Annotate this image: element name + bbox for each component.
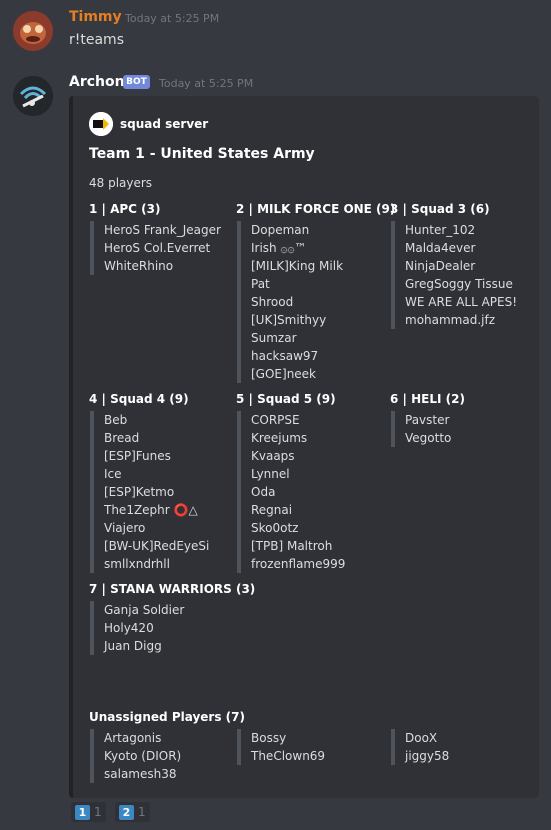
- player-name: Pavster: [405, 413, 450, 427]
- player-name: Shrood: [251, 295, 294, 309]
- player-name: Hunter_102: [405, 223, 476, 237]
- field-name: 1 | APC (3): [89, 202, 161, 216]
- player-name: The1Zephr ⭕△: [104, 503, 198, 517]
- embed-field: Unassigned Players (7) Artagonis Kyoto (D…: [89, 708, 245, 783]
- player-name: Artagonis: [104, 731, 162, 745]
- player-name: Kvaaps: [251, 449, 295, 463]
- player-name: Ganja Soldier: [104, 603, 185, 617]
- field-value: Bossy TheClown69: [237, 729, 325, 765]
- player-name: [UK]Smithyy: [251, 313, 327, 327]
- player-name: Viajero: [104, 521, 146, 535]
- player-name: [GOE]neek: [251, 367, 317, 381]
- player-name: Bread: [104, 431, 140, 445]
- player-name: [ESP]Ketmo: [104, 485, 175, 499]
- reaction-keycap-2[interactable]: 2 1: [115, 802, 150, 822]
- player-name: salamesh38: [104, 767, 177, 781]
- player-name: GregSoggy Tissue: [405, 277, 513, 291]
- player-name: Irish ۞۞™: [251, 241, 307, 255]
- player-name: Holy420: [104, 621, 154, 635]
- player-name: [BW-UK]RedEyeSi: [104, 539, 210, 553]
- squad-server-icon: [89, 112, 113, 136]
- embed-field: 1 | APC (3) HeroS Frank_Jeager HeroS Col.…: [89, 200, 221, 275]
- field-value: CORPSE Kreejums Kvaaps Lynnel Oda Regnai Sko0o…: [237, 411, 345, 573]
- player-name: Pat: [251, 277, 270, 291]
- timmy-username[interactable]: Timmy: [69, 9, 122, 25]
- player-name: Kyoto (DIOR): [104, 749, 182, 763]
- player-name: Dopeman: [251, 223, 310, 237]
- field-value: Artagonis Kyoto (DIOR) salamesh38: [90, 729, 245, 783]
- message-timestamp: Today at 5:25 PM: [125, 12, 220, 25]
- field-name: Unassigned Players (7): [89, 710, 245, 724]
- player-name: WhiteRhino: [104, 259, 174, 273]
- embed-field: 4 | Squad 4 (9) Beb Bread [ESP]Funes Ice [ES…: [89, 390, 209, 573]
- embed-field: 2 | MILK FORCE ONE (9) Dopeman Irish ۞۞™ […: [236, 200, 395, 383]
- field-name: 6 | HELI (2): [390, 392, 465, 406]
- player-name: NinjaDealer: [405, 259, 476, 273]
- field-value: Ganja Soldier Holy420 Juan Digg: [90, 601, 255, 655]
- embed-title: Team 1 - United States Army: [89, 146, 315, 162]
- field-value: Pavster Vegotto: [391, 411, 465, 447]
- player-name: [TPB] Maltroh: [251, 539, 333, 553]
- player-name: HeroS Frank_Jeager: [104, 223, 221, 237]
- player-name: Regnai: [251, 503, 293, 517]
- field-name: 3 | Squad 3 (6): [390, 202, 490, 216]
- embed-field: DooX jiggy58: [390, 708, 449, 765]
- keycap-1-icon: 1: [75, 804, 90, 820]
- keycap-2-icon: 2: [119, 804, 134, 820]
- player-name: Sumzar: [251, 331, 297, 345]
- player-name: [MILK]King Milk: [251, 259, 344, 273]
- embed-field: 6 | HELI (2) Pavster Vegotto: [390, 390, 465, 447]
- field-name: [390, 708, 449, 726]
- player-name: [ESP]Funes: [104, 449, 171, 463]
- player-name: HeroS Col.Everret: [104, 241, 211, 255]
- player-name: CORPSE: [251, 413, 300, 427]
- player-name: Beb: [104, 413, 128, 427]
- reaction-keycap-1[interactable]: 1 1: [71, 802, 106, 822]
- player-name: hacksaw97: [251, 349, 319, 363]
- player-name: WE ARE ALL APES!: [405, 295, 518, 309]
- field-value: HeroS Frank_Jeager HeroS Col.Everret White…: [90, 221, 221, 275]
- embed-field: Bossy TheClown69: [236, 708, 325, 765]
- embed-field: 3 | Squad 3 (6) Hunter_102 Malda4ever Ninj…: [390, 200, 517, 329]
- field-value: Hunter_102 Malda4ever NinjaDealer GregSoggy…: [391, 221, 517, 329]
- embed-author: squad server: [120, 117, 209, 131]
- player-name: Sko0otz: [251, 521, 299, 535]
- team-embed: squad server Team 1 - United States Army…: [69, 96, 539, 798]
- player-name: Vegotto: [405, 431, 452, 445]
- message-timestamp: Today at 5:25 PM: [159, 77, 254, 90]
- field-value: Dopeman Irish ۞۞™ [MILK]King Milk Pat Shrood…: [237, 221, 395, 383]
- field-name: 4 | Squad 4 (9): [89, 392, 189, 406]
- field-value: DooX jiggy58: [391, 729, 449, 765]
- player-name: DooX: [405, 731, 438, 745]
- field-value: Beb Bread [ESP]Funes Ice [ESP]Ketmo The1Zephr…: [90, 411, 209, 573]
- player-name: mohammad.jfz: [405, 313, 496, 327]
- player-name: frozenflame999: [251, 557, 346, 571]
- field-name: 2 | MILK FORCE ONE (9): [236, 202, 396, 216]
- field-name: 5 | Squad 5 (9): [236, 392, 336, 406]
- field-name: [236, 708, 325, 726]
- archon-username[interactable]: Archon: [69, 74, 125, 90]
- field-name: 7 | STANA WARRIORS (3): [89, 582, 256, 596]
- embed-description: 48 players: [89, 176, 153, 190]
- player-name: smllxndrhll: [104, 557, 170, 571]
- reaction-count: 1: [94, 805, 102, 819]
- player-name: Malda4ever: [405, 241, 476, 255]
- embed-field: 5 | Squad 5 (9) CORPSE Kreejums Kvaaps Lynn…: [236, 390, 345, 573]
- player-name: Kreejums: [251, 431, 308, 445]
- reaction-count: 1: [138, 805, 146, 819]
- player-name: jiggy58: [405, 749, 450, 763]
- player-name: Bossy: [251, 731, 287, 745]
- player-name: Ice: [104, 467, 122, 481]
- player-name: Oda: [251, 485, 276, 499]
- message-text: r!teams: [69, 32, 124, 48]
- player-name: Juan Digg: [104, 639, 162, 653]
- player-name: TheClown69: [251, 749, 326, 763]
- bot-badge: BOT: [123, 75, 150, 89]
- timmy-avatar[interactable]: [13, 11, 53, 51]
- archon-avatar[interactable]: [13, 76, 53, 116]
- player-name: Lynnel: [251, 467, 290, 481]
- embed-field: 7 | STANA WARRIORS (3) Ganja Soldier Holy…: [89, 580, 255, 655]
